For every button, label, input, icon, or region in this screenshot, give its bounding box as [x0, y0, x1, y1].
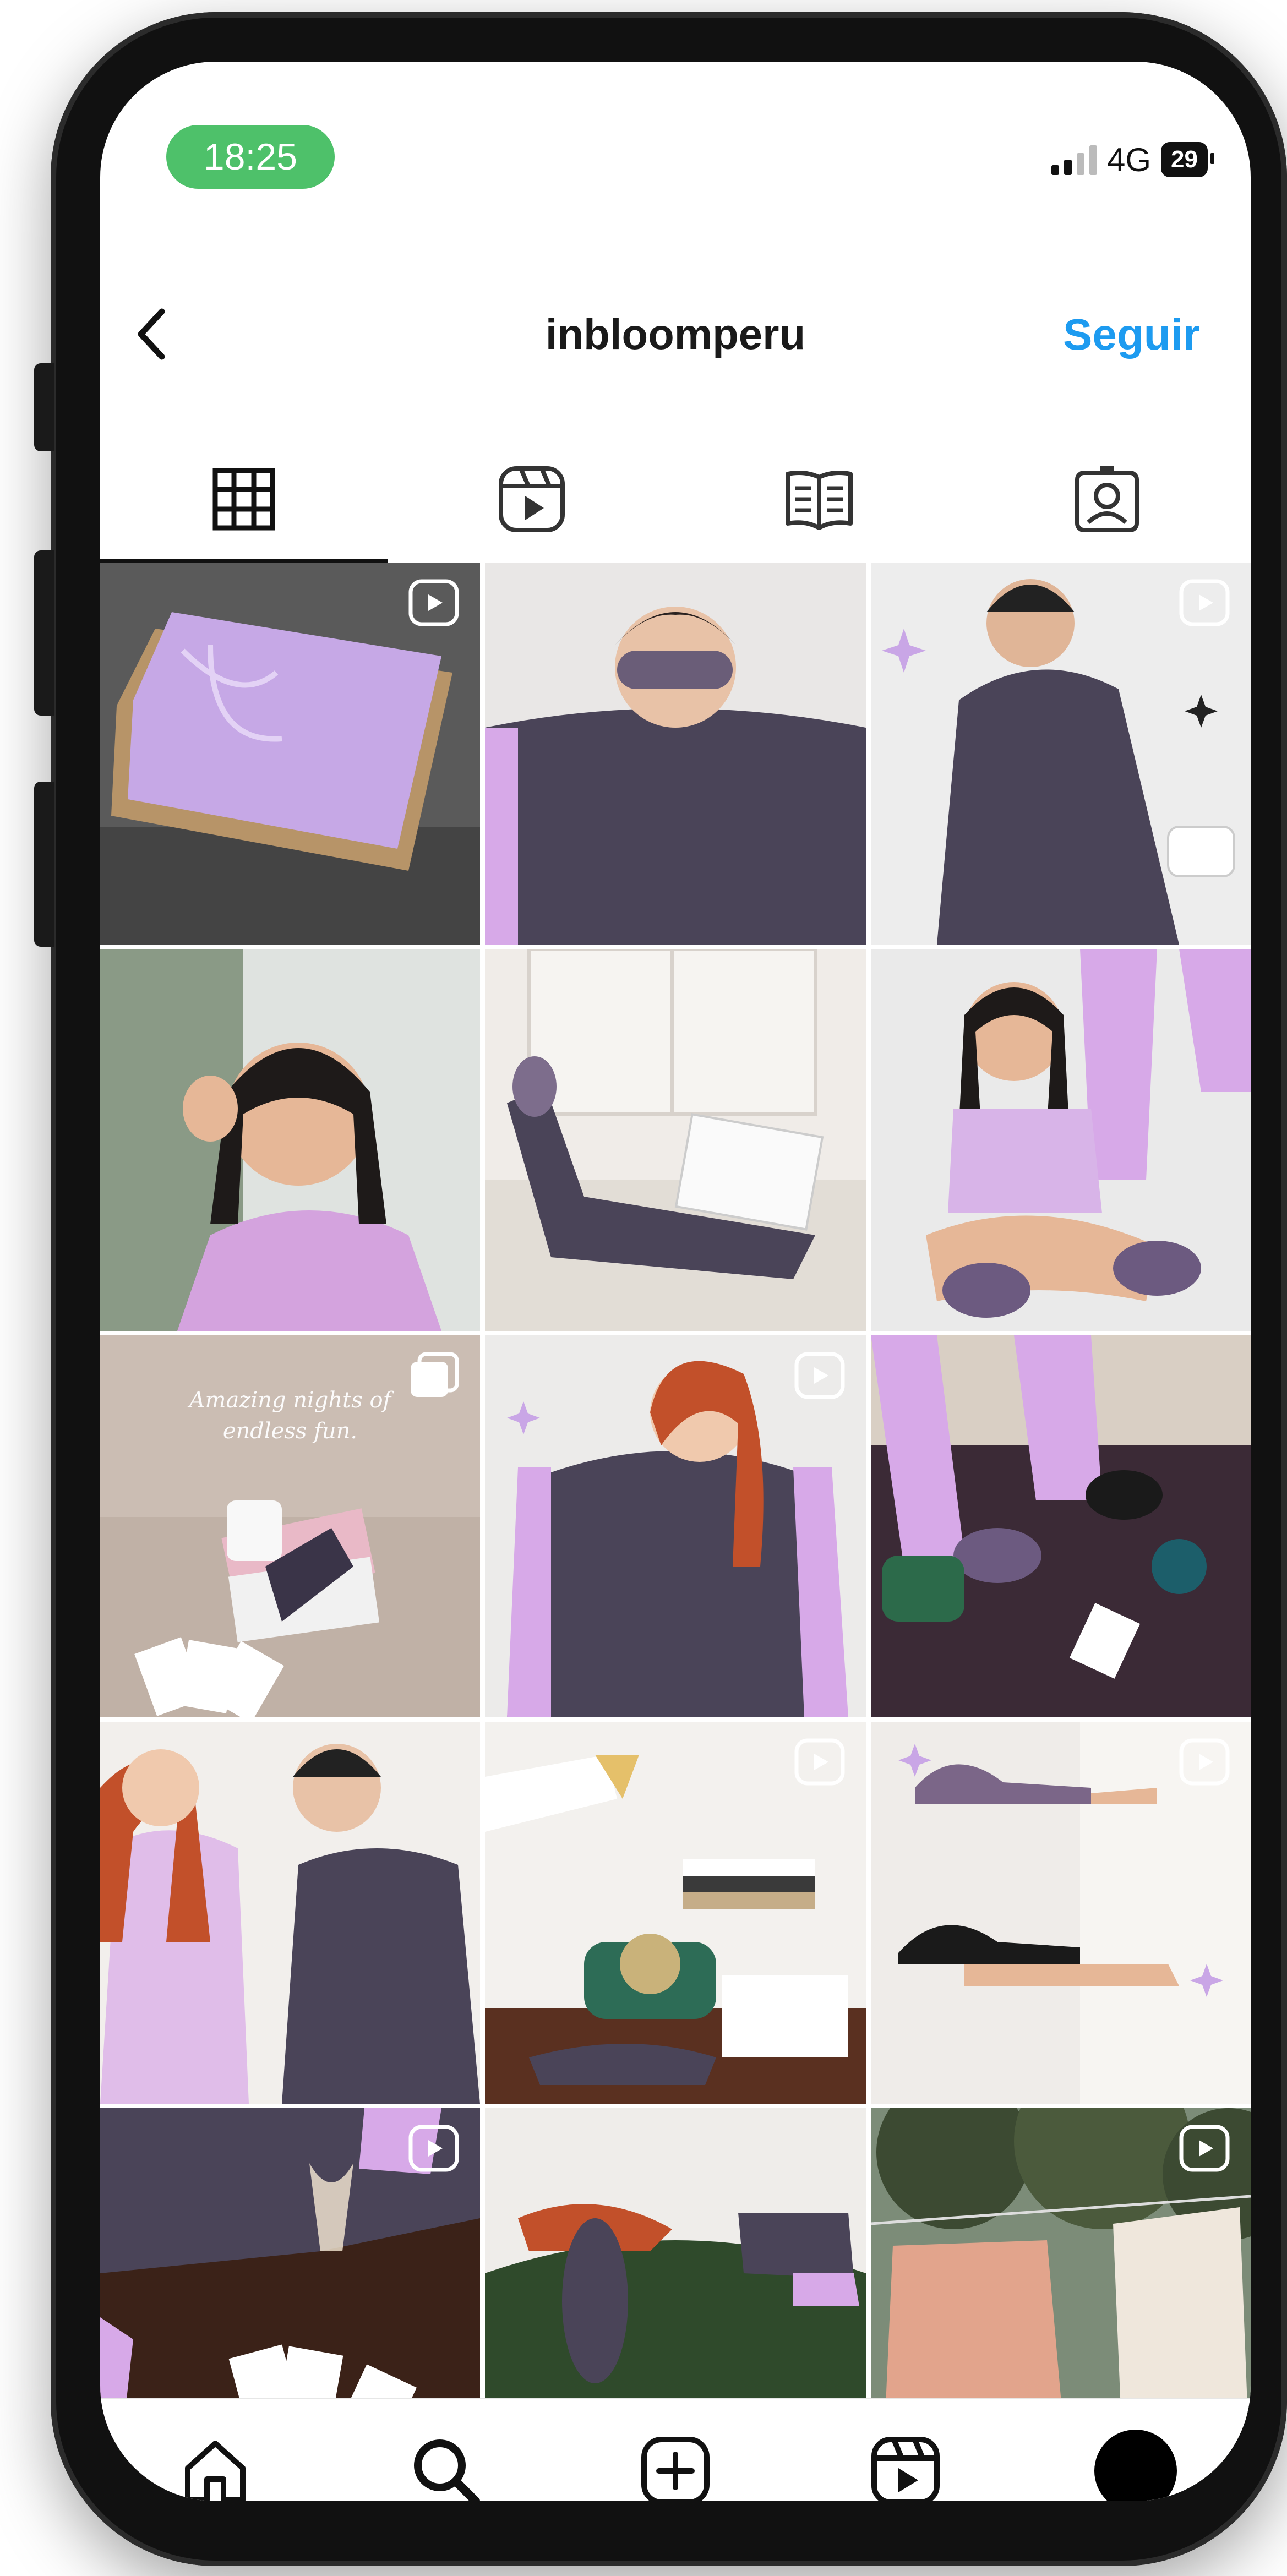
nav-profile[interactable] [1021, 2399, 1251, 2501]
post-tile[interactable] [100, 563, 480, 945]
post-tile[interactable] [100, 949, 480, 1331]
reel-icon [1179, 1738, 1230, 1786]
post-image [485, 949, 866, 1331]
post-tile[interactable] [485, 1335, 866, 1717]
post-image [871, 949, 1251, 1331]
status-time: 18:25 [166, 125, 335, 189]
post-tile[interactable] [485, 563, 866, 945]
nav-create[interactable] [560, 2399, 790, 2501]
phone-screen: 18:25 4G 29 inbloomperu Seguir Amazing n… [100, 62, 1251, 2501]
plus-square-icon [641, 2437, 710, 2501]
tagged-icon [1075, 466, 1139, 532]
post-tile[interactable] [100, 1722, 480, 2104]
post-image [485, 563, 866, 945]
volume-up-button [34, 550, 54, 716]
grid-icon [212, 468, 275, 531]
post-image [871, 1335, 1251, 1717]
bottom-nav [100, 2398, 1251, 2501]
guides-icon [786, 471, 853, 530]
carousel-icon [411, 1352, 459, 1397]
tab-tagged[interactable] [963, 436, 1251, 563]
tab-grid[interactable] [100, 436, 388, 563]
tab-reels[interactable] [388, 436, 676, 563]
network-label: 4G [1107, 141, 1152, 178]
tab-guides[interactable] [675, 436, 963, 563]
profile-header: inbloomperu Seguir [100, 293, 1251, 375]
status-indicators: 4G 29 [1051, 138, 1214, 182]
nav-home[interactable] [100, 2399, 330, 2501]
reel-icon [1179, 579, 1230, 626]
post-tile[interactable] [485, 949, 866, 1331]
mute-switch [34, 363, 54, 451]
post-tile[interactable] [871, 563, 1251, 945]
reel-icon [408, 2125, 459, 2172]
avatar [1094, 2430, 1177, 2501]
post-image [100, 1722, 480, 2104]
volume-down-button [34, 782, 54, 947]
search-icon [414, 2439, 480, 2501]
post-tile[interactable] [871, 949, 1251, 1331]
reel-icon [408, 579, 459, 626]
reel-icon [1179, 2125, 1230, 2172]
battery-indicator: 29 [1161, 142, 1214, 177]
post-image [100, 949, 480, 1331]
profile-tabs [100, 436, 1251, 563]
reel-icon [794, 1352, 845, 1399]
reels-icon [871, 2437, 940, 2501]
post-tile[interactable] [485, 1722, 866, 2104]
reels-icon [498, 466, 565, 532]
post-tile[interactable] [871, 1335, 1251, 1717]
posts-grid: Amazing nights of endless fun. [100, 563, 1251, 2490]
nav-search[interactable] [330, 2399, 560, 2501]
home-icon [185, 2441, 246, 2501]
follow-button[interactable]: Seguir [1063, 309, 1200, 360]
post-tile[interactable]: Amazing nights of endless fun. [100, 1335, 480, 1717]
reel-icon [794, 1738, 845, 1786]
post-tile[interactable] [871, 1722, 1251, 2104]
signal-icon [1051, 144, 1097, 175]
nav-reels[interactable] [790, 2399, 1021, 2501]
